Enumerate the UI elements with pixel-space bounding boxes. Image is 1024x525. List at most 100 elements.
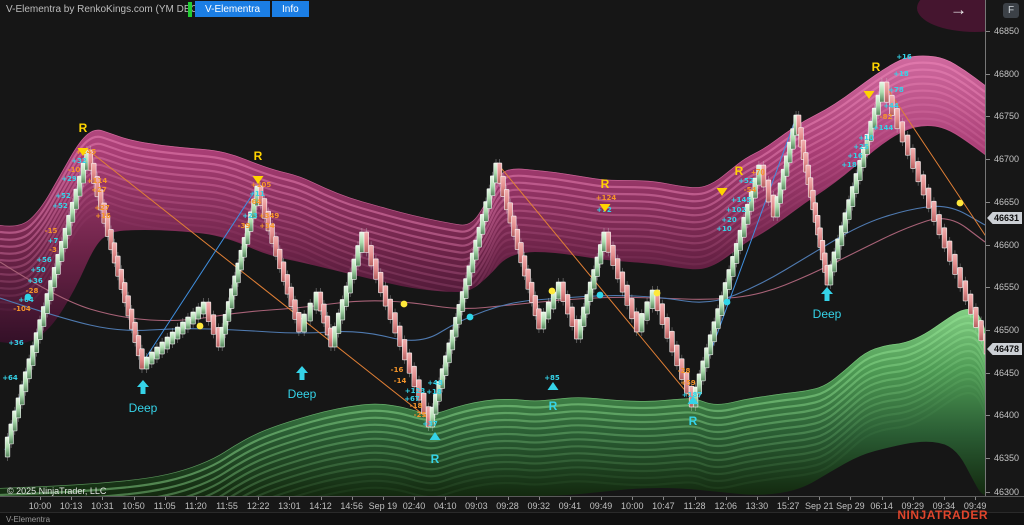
time-label: 12:22 — [246, 501, 270, 511]
svg-text:-28: -28 — [26, 287, 39, 295]
svg-text:+56: +56 — [36, 256, 52, 264]
time-tick — [943, 497, 945, 500]
time-label: 11:20 — [184, 501, 207, 511]
time-tick — [71, 497, 73, 500]
svg-text:-14: -14 — [394, 377, 407, 385]
svg-text:+7: +7 — [48, 237, 59, 245]
price-label: 46850 — [994, 26, 1020, 36]
svg-text:+144: +144 — [873, 124, 894, 132]
chart-canvas[interactable]: +50+36-28+64-104-15+7-3+56+64+36+245+32-… — [0, 0, 985, 496]
deep-arrow-icon — [137, 380, 149, 394]
svg-text:+48: +48 — [427, 379, 443, 387]
time-tick — [195, 497, 197, 500]
svg-text:+16: +16 — [95, 212, 111, 220]
r-buy-marker: R — [431, 452, 440, 466]
price-tick — [986, 31, 990, 32]
svg-text:+124: +124 — [596, 194, 617, 202]
time-tick — [756, 497, 758, 500]
time-tick — [569, 497, 571, 500]
v-elementra-button[interactable]: V-Elementra — [195, 1, 271, 17]
price-label: 46450 — [994, 368, 1020, 378]
time-tick — [133, 497, 135, 500]
deep-arrow-icon — [821, 287, 833, 301]
go-to-latest-arrow-icon[interactable]: → — [950, 0, 967, 20]
svg-text:-15: -15 — [45, 227, 58, 235]
time-label: 14:56 — [340, 501, 363, 511]
price-label: 46700 — [994, 154, 1020, 164]
r-sell-marker: R — [872, 60, 881, 74]
svg-text:+16: +16 — [847, 152, 863, 160]
time-tick — [632, 497, 634, 500]
svg-text:+64: +64 — [18, 296, 34, 304]
time-label: Sep 19 — [368, 501, 398, 511]
up-triangle-icon — [547, 382, 559, 390]
price-tick — [986, 116, 990, 117]
time-label: 10:00 — [28, 501, 52, 511]
time-tick — [351, 497, 353, 500]
svg-text:+123: +123 — [405, 387, 426, 395]
price-tick — [986, 74, 990, 75]
svg-text:-3: -3 — [49, 246, 57, 254]
time-tick — [663, 497, 665, 500]
time-label: 09:03 — [465, 501, 488, 511]
deep-label: Deep — [288, 387, 317, 401]
price-tick — [986, 159, 990, 160]
svg-text:+50: +50 — [30, 266, 46, 274]
svg-text:+10: +10 — [716, 225, 732, 233]
svg-text:+105: +105 — [251, 181, 272, 189]
time-label: 15:27 — [776, 501, 800, 511]
svg-text:+349: +349 — [259, 212, 280, 220]
svg-text:+18: +18 — [426, 388, 442, 396]
svg-text:+36: +36 — [27, 277, 43, 285]
price-tick — [986, 373, 990, 374]
time-tick — [414, 497, 416, 500]
svg-text:+27: +27 — [94, 204, 110, 212]
svg-text:-104: -104 — [13, 305, 31, 313]
deep-label: Deep — [129, 401, 158, 415]
time-label: 10:13 — [59, 501, 83, 511]
price-label: 46650 — [994, 197, 1020, 207]
price-label: 46400 — [994, 410, 1020, 420]
svg-text:+114: +114 — [87, 177, 108, 185]
svg-text:+59: +59 — [680, 379, 696, 387]
tab-strip: V-Elementra — [0, 512, 1024, 525]
deep-arrow-icon — [296, 366, 308, 380]
fixed-scale-button[interactable]: F — [1003, 3, 1019, 18]
time-label: 09:41 — [558, 501, 582, 511]
header-buttons: V-Elementra Info — [188, 1, 311, 17]
info-button[interactable]: Info — [272, 1, 309, 17]
svg-text:-25: -25 — [414, 411, 427, 419]
time-label: 10:31 — [91, 501, 114, 511]
svg-text:+52: +52 — [738, 177, 754, 185]
copyright-text: © 2025 NinjaTrader, LLC — [7, 486, 107, 496]
time-label: 06:14 — [870, 501, 893, 511]
svg-text:-82: -82 — [880, 113, 893, 121]
time-label: 11:55 — [216, 501, 238, 511]
svg-text:+10: +10 — [858, 134, 874, 142]
price-axis[interactable]: 46850 46800 46750 46700 46650 46600 46550 46500… — [985, 0, 1024, 497]
time-tick — [975, 497, 977, 500]
price-tick — [986, 458, 990, 459]
svg-text:+44: +44 — [883, 102, 899, 110]
price-label: 46350 — [994, 453, 1020, 463]
time-tick — [819, 497, 821, 500]
svg-text:+102: +102 — [726, 206, 747, 214]
svg-text:+34: +34 — [259, 222, 275, 230]
tab-v-elementra[interactable]: V-Elementra — [6, 515, 50, 524]
price-badge: 46631 — [987, 212, 1023, 224]
time-label: 10:00 — [620, 501, 644, 511]
svg-text:+29: +29 — [61, 175, 77, 183]
time-label: 10:47 — [652, 501, 675, 511]
price-label: 46800 — [994, 69, 1020, 79]
time-tick — [788, 497, 790, 500]
svg-text:-54: -54 — [744, 186, 757, 194]
time-axis[interactable]: 10:00 10:13 10:31 10:50 11:05 11:20 11:55 12:22… — [0, 496, 1024, 513]
price-tick — [986, 202, 990, 203]
svg-text:+18: +18 — [893, 70, 909, 78]
time-tick — [601, 497, 603, 500]
svg-text:-18: -18 — [410, 402, 423, 410]
time-tick — [507, 497, 509, 500]
time-tick — [881, 497, 883, 500]
indicator-status-bar — [188, 1, 192, 17]
svg-text:+20: +20 — [721, 216, 737, 224]
